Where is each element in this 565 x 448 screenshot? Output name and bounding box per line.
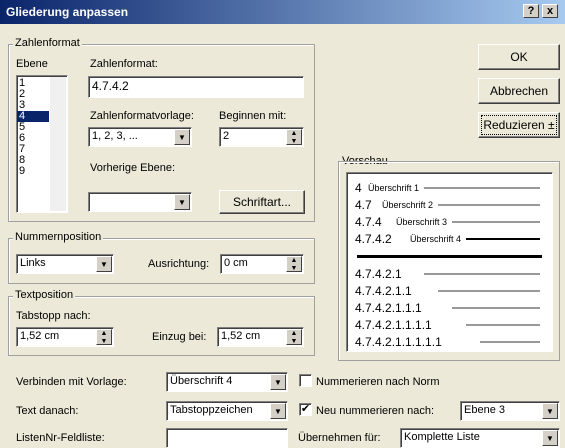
textposition-group: Textposition: [8, 289, 315, 356]
vorschau-preview: 4 Überschrift 1 4.7 Überschrift 2 4.7.4 Übers…: [346, 172, 553, 352]
neu-nummerieren-value: Ebene 3: [464, 404, 505, 416]
text-danach-select[interactable]: Tabstoppzeichen: [166, 401, 288, 421]
preview-number: 4.7.4.2.1.1.1.1: [355, 318, 432, 332]
preview-heading-text: Überschrift 2: [382, 200, 434, 210]
ebene-label: Ebene: [16, 58, 48, 70]
spinner-icon[interactable]: [96, 329, 112, 345]
preview-number: 4.7.4.2: [355, 232, 392, 246]
preview-heading-row: 4.7.4.2 Überschrift 4: [347, 232, 552, 246]
ebene-scrollbar[interactable]: [50, 77, 66, 211]
beginnen-value: 2: [223, 130, 230, 142]
preview-heading-row: 4 Überschrift 1: [347, 181, 552, 195]
neu-nummerieren-label: Neu nummerieren nach:: [316, 405, 435, 417]
preview-line: [452, 307, 540, 309]
reduzieren-button[interactable]: Reduzieren ±: [478, 112, 560, 138]
nummernposition-group-label: Nummernposition: [13, 231, 104, 243]
neu-nummerieren-checkbox[interactable]: ✔: [299, 403, 312, 416]
listennr-label: ListenNr-Feldliste:: [16, 432, 105, 444]
close-button[interactable]: x: [542, 4, 558, 18]
vorherige-label: Vorherige Ebene:: [90, 162, 176, 174]
beginnen-label: Beginnen mit:: [219, 110, 287, 122]
preview-line: [424, 273, 540, 275]
preview-list-row: 4.7.4.2.1: [347, 267, 552, 281]
preview-separator: [357, 255, 542, 258]
preview-number: 4.7.4.2.1.1.1.1.1: [355, 335, 442, 349]
preview-heading-row: 4.7 Überschrift 2: [347, 198, 552, 212]
zahlenformat-group-label: Zahlenformat: [13, 37, 82, 49]
preview-list-row: 4.7.4.2.1.1: [347, 284, 552, 298]
preview-number: 4.7.4.2.1: [355, 267, 402, 281]
ebene-listbox[interactable]: 123456789: [16, 75, 68, 213]
help-button[interactable]: ?: [523, 4, 539, 18]
verbinden-label: Verbinden mit Vorlage:: [16, 376, 127, 388]
preview-line: [424, 187, 540, 189]
preview-heading-text: Überschrift 4: [410, 234, 462, 244]
uebernehmen-select[interactable]: Komplette Liste: [400, 428, 560, 448]
vorlage-select[interactable]: 1, 2, 3, ...: [88, 127, 192, 147]
vorlage-label: Zahlenformatvorlage:: [90, 110, 194, 122]
chevron-down-icon[interactable]: [542, 403, 558, 419]
preview-number: 4.7: [355, 198, 372, 212]
preview-line: [452, 221, 540, 223]
schriftart-button[interactable]: Schriftart...: [219, 190, 305, 214]
chevron-down-icon[interactable]: [96, 256, 112, 272]
text-danach-value: Tabstoppzeichen: [170, 404, 253, 416]
preview-list-row: 4.7.4.2.1.1.1.1: [347, 318, 552, 332]
chevron-down-icon[interactable]: [270, 374, 286, 390]
nummernposition-value: Links: [20, 257, 46, 269]
verbinden-value: Überschrift 4: [170, 375, 233, 387]
einzug-label: Einzug bei:: [152, 331, 207, 343]
chevron-down-icon[interactable]: [270, 403, 286, 419]
chevron-down-icon[interactable]: [542, 430, 558, 446]
uebernehmen-label: Übernehmen für:: [298, 432, 381, 444]
preview-line: [438, 290, 540, 292]
vorherige-select[interactable]: [88, 192, 192, 212]
nummerieren-norm-checkbox[interactable]: [299, 374, 312, 387]
preview-line: [466, 238, 540, 240]
spinner-icon[interactable]: [286, 329, 302, 345]
preview-number: 4.7.4: [355, 215, 382, 229]
chevron-down-icon[interactable]: [174, 194, 190, 210]
ebene-item[interactable]: 9: [17, 166, 49, 177]
preview-heading-text: Überschrift 3: [396, 217, 448, 227]
tabstopp-stepper[interactable]: 1,52 cm: [16, 327, 114, 347]
window-title: Gliederung anpassen: [6, 5, 129, 19]
preview-heading-row: 4.7.4 Überschrift 3: [347, 215, 552, 229]
ausrichtung-stepper[interactable]: 0 cm: [220, 254, 304, 274]
nummernposition-select[interactable]: Links: [16, 254, 114, 274]
ausrichtung-label: Ausrichtung:: [148, 258, 210, 270]
preview-number: 4.7.4.2.1.1.1: [355, 301, 422, 315]
vorlage-value: 1, 2, 3, ...: [92, 130, 138, 142]
preview-line: [438, 204, 540, 206]
abbrechen-button[interactable]: Abbrechen: [478, 78, 560, 104]
preview-heading-text: Überschrift 1: [368, 183, 420, 193]
spinner-icon[interactable]: [286, 256, 302, 272]
textposition-group-label: Textposition: [13, 289, 76, 301]
preview-list-row: 4.7.4.2.1.1.1.1.1: [347, 335, 552, 349]
preview-line: [466, 324, 540, 326]
preview-line: [480, 341, 540, 343]
ok-button[interactable]: OK: [478, 44, 560, 70]
verbinden-select[interactable]: Überschrift 4: [166, 372, 288, 392]
neu-nummerieren-select[interactable]: Ebene 3: [460, 401, 560, 421]
preview-number: 4: [355, 181, 362, 195]
chevron-down-icon[interactable]: [174, 129, 190, 145]
uebernehmen-value: Komplette Liste: [404, 431, 480, 443]
listennr-input[interactable]: [166, 428, 288, 448]
tabstopp-label: Tabstopp nach:: [16, 310, 91, 322]
title-bar: Gliederung anpassen ? x: [0, 0, 565, 24]
nummerieren-norm-label: Nummerieren nach Norm: [316, 376, 440, 388]
ausrichtung-value: 0 cm: [224, 257, 248, 269]
zahlenformat-label: Zahlenformat:: [90, 58, 158, 70]
zahlenformat-input[interactable]: 4.7.4.2: [88, 76, 304, 98]
tabstopp-value: 1,52 cm: [20, 330, 60, 342]
preview-list-row: 4.7.4.2.1.1.1: [347, 301, 552, 315]
einzug-value: 1,52 cm: [221, 330, 261, 342]
preview-number: 4.7.4.2.1.1: [355, 284, 412, 298]
spinner-icon[interactable]: [286, 129, 302, 145]
beginnen-stepper[interactable]: 2: [219, 127, 304, 147]
text-danach-label: Text danach:: [16, 405, 79, 417]
einzug-stepper[interactable]: 1,52 cm: [217, 327, 304, 347]
